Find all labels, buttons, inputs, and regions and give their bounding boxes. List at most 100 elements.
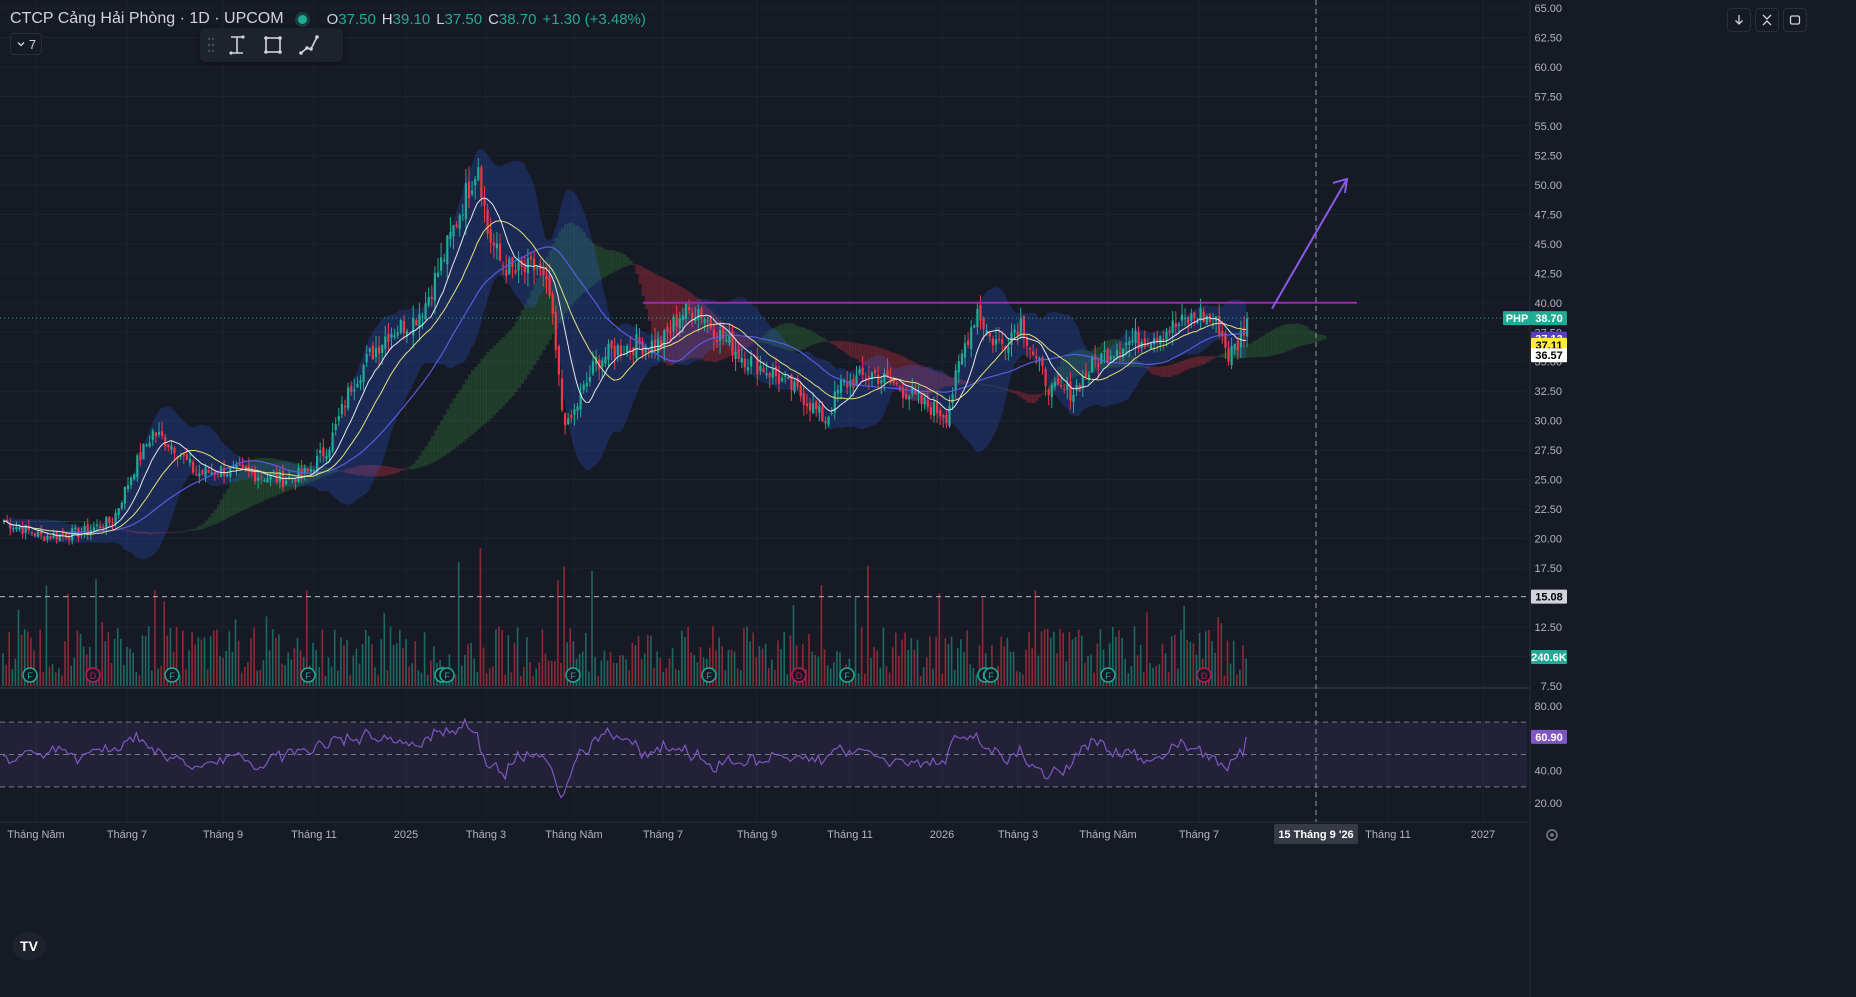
cloud-segment — [74, 521, 78, 523]
volume-bar — [368, 635, 370, 686]
chart-canvas[interactable]: FDFFFFFFDFFFFD65.0062.5060.0057.5055.005… — [0, 0, 1856, 997]
candle-body — [1019, 317, 1022, 336]
cloud-segment — [1221, 353, 1225, 358]
cloud-segment — [1041, 392, 1045, 395]
volume-bar — [957, 648, 959, 686]
candle-body — [1202, 311, 1205, 323]
volume-bar — [209, 636, 212, 686]
candle-body — [412, 317, 415, 336]
volume-bar — [922, 667, 925, 686]
candle-body — [173, 447, 176, 454]
volume-bar — [2, 653, 4, 686]
volume-bar — [14, 658, 17, 686]
volume-bar — [296, 637, 299, 686]
cloud-segment — [192, 529, 196, 531]
volume-bar — [157, 668, 159, 686]
volume-bar — [1164, 653, 1167, 686]
collapse-button[interactable] — [1755, 8, 1779, 32]
cloud-segment — [427, 441, 432, 465]
candle-body — [238, 464, 241, 466]
fullscreen-button[interactable] — [1783, 8, 1807, 32]
scroll-to-realtime-button[interactable] — [1727, 8, 1751, 32]
volume-bar — [563, 566, 565, 686]
drag-handle-icon[interactable] — [206, 36, 216, 54]
volume-bar — [814, 655, 816, 686]
volume-bar — [901, 639, 903, 686]
volume-bar — [299, 650, 302, 686]
volume-bar — [634, 645, 637, 686]
candle-body — [564, 412, 567, 426]
cloud-segment — [1013, 390, 1017, 394]
cloud-segment — [1193, 356, 1197, 368]
volume-bar — [932, 668, 934, 686]
volume-bar — [1115, 636, 1117, 686]
cloud-segment — [511, 326, 515, 396]
rectangle-tool-button[interactable] — [258, 31, 288, 59]
candle-body — [477, 167, 480, 181]
volume-bar — [860, 627, 863, 686]
volume-bar — [73, 657, 76, 686]
cloud-segment — [1212, 356, 1216, 360]
candle-body — [613, 345, 616, 358]
volume-bar — [70, 665, 72, 686]
candle-body — [387, 333, 390, 342]
volume-bar — [411, 663, 413, 686]
candle-body — [495, 243, 498, 249]
path-tool-button[interactable] — [294, 31, 324, 59]
volume-bar — [544, 653, 547, 686]
candle-body — [436, 272, 440, 277]
volume-bar — [1161, 643, 1164, 686]
candle-body — [1035, 355, 1038, 359]
event-marker-label: F — [706, 671, 712, 681]
candle-body — [415, 320, 418, 326]
candle-body — [1007, 347, 1010, 353]
cloud-segment — [1156, 366, 1160, 376]
time-axis-label: Tháng 11 — [1365, 829, 1411, 841]
volume-bar — [1084, 662, 1086, 686]
indicators-toggle[interactable]: 7 — [10, 33, 42, 55]
cloud-segment — [1323, 335, 1327, 340]
price-axis-label: 50.00 — [1534, 180, 1562, 192]
cloud-segment — [424, 446, 428, 466]
volume-bar — [1040, 631, 1043, 686]
text-tool-button[interactable] — [222, 31, 252, 59]
volume-bar — [337, 670, 339, 686]
candle-body — [1227, 348, 1230, 362]
volume-bar — [1053, 631, 1055, 686]
candle-body — [343, 406, 347, 408]
volume-bar — [64, 641, 66, 686]
price-axis-label: 45.00 — [1534, 239, 1562, 251]
cloud-segment — [430, 436, 435, 463]
volume-bar — [39, 629, 41, 686]
candle-body — [117, 508, 120, 515]
volume-bar — [426, 674, 429, 686]
cloud-segment — [1305, 326, 1309, 345]
cloud-segment — [396, 468, 401, 473]
volume-bar — [882, 627, 885, 686]
volume-bar — [839, 652, 841, 686]
candle-body — [142, 443, 145, 460]
candle-body — [781, 378, 784, 382]
volume-bar — [820, 585, 823, 686]
candle-body — [839, 379, 843, 393]
symbol-title[interactable]: CTCP Cảng Hải Phòng · 1D · UPCOM — [10, 10, 284, 28]
candle-body — [170, 445, 173, 450]
cloud-segment — [833, 340, 838, 346]
tradingview-logo-icon[interactable]: TV — [12, 932, 46, 960]
volume-bar — [377, 675, 379, 686]
volume-bar — [352, 655, 355, 686]
volume-bar — [1077, 629, 1080, 686]
volume-bar — [975, 674, 978, 686]
candle-body — [1171, 320, 1174, 333]
cloud-segment — [1292, 323, 1296, 349]
volume-bar — [1062, 632, 1064, 686]
volume-bar — [129, 648, 131, 686]
cloud-segment — [815, 334, 819, 344]
candle-body — [768, 373, 771, 378]
candle-body — [480, 167, 483, 199]
candle-body — [123, 486, 126, 504]
candle-body — [777, 373, 781, 384]
candle-body — [588, 377, 591, 382]
candle-body — [774, 366, 777, 377]
volume-bar — [423, 632, 426, 686]
